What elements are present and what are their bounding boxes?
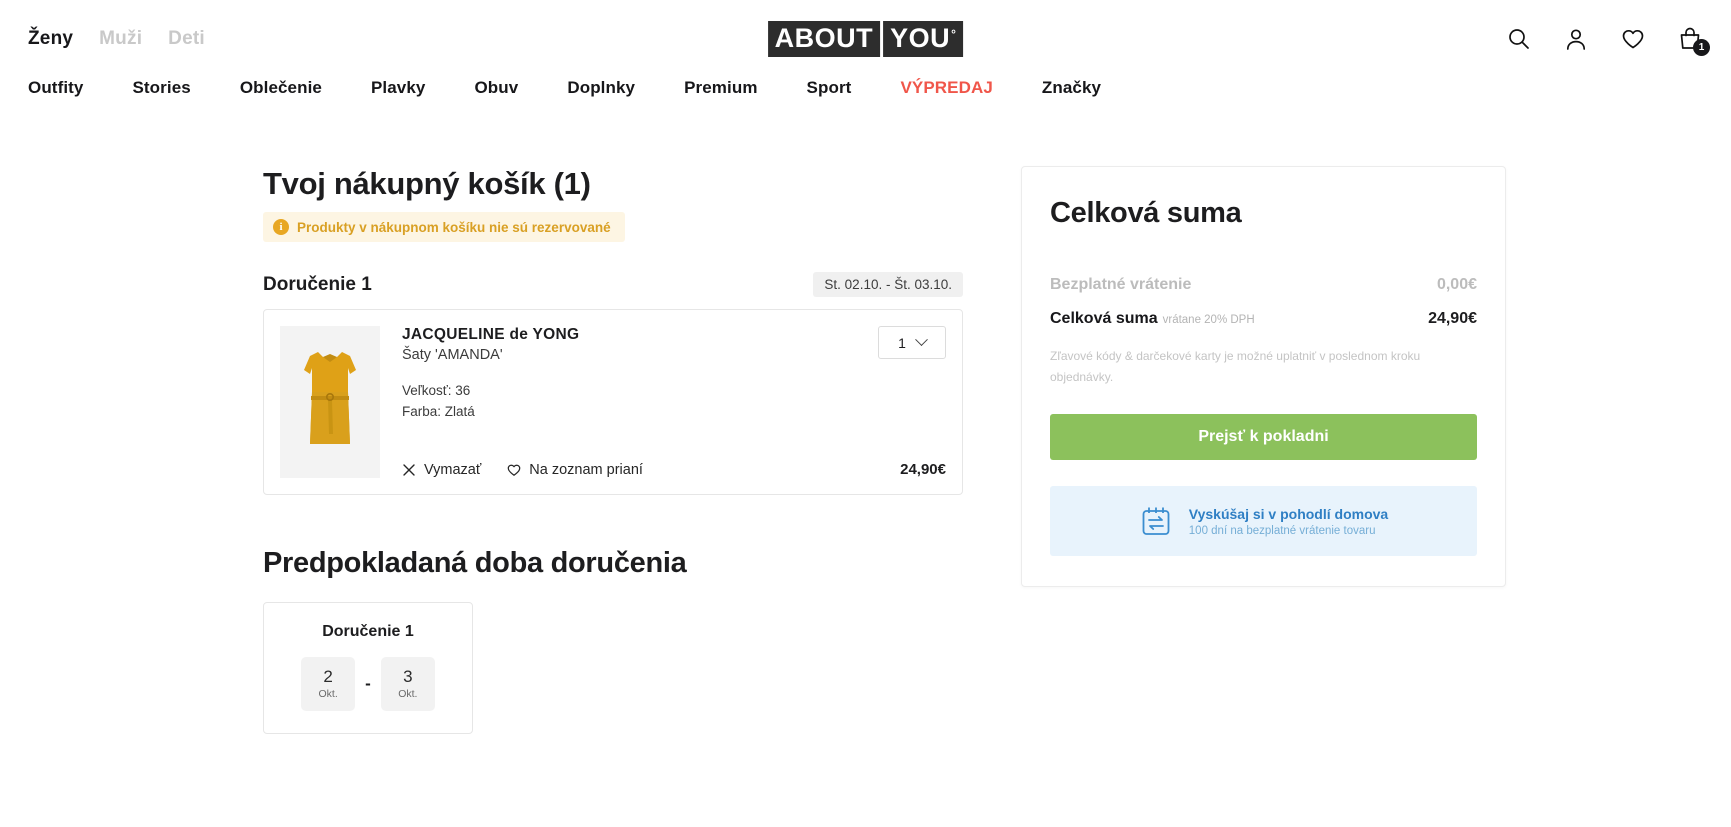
free-return-row: Bezplatné vrátenie 0,00€ [1050, 276, 1477, 294]
eta-start-month: Okt. [318, 687, 338, 700]
gender-link-zeny[interactable]: Ženy [28, 28, 73, 50]
calendar-return-icon [1139, 504, 1173, 538]
product-text-block: JACQUELINE de YONG Šaty 'AMANDA' Veľkosť… [402, 326, 579, 423]
nav-item-oblecenie[interactable]: Oblečenie [240, 78, 322, 98]
home-trial-subtitle: 100 dní na bezplatné vrátenie tovaru [1188, 524, 1376, 537]
logo-you-text: YOU [890, 23, 951, 53]
item-price: 24,90€ [900, 461, 946, 478]
info-icon: i [273, 219, 289, 235]
delete-item-button[interactable]: Vymazať [402, 462, 481, 478]
summary-title: Celková suma [1050, 197, 1242, 229]
summary-column: Celková suma Bezplatné vrátenie 0,00€ Ce… [1021, 166, 1506, 587]
eta-section-title: Predpokladaná doba doručenia [263, 547, 687, 579]
item-actions: Vymazať Na zoznam prianí 24,90€ [402, 461, 946, 478]
delivery-date-badge: St. 02.10. - Št. 03.10. [813, 272, 963, 297]
move-to-wishlist-button[interactable]: Na zoznam prianí [507, 462, 643, 478]
nav-item-outfity[interactable]: Outfity [28, 78, 83, 98]
eta-card-title: Doručenie 1 [322, 623, 414, 640]
home-trial-info-box: Vyskúšaj si v pohodlí domova 100 dní na … [1050, 486, 1477, 556]
logo-you: YOU ° [883, 21, 964, 57]
wishlist-heart-icon[interactable] [1620, 26, 1646, 52]
total-label: Celková suma [1050, 310, 1158, 327]
product-color: Farba: Zlatá [402, 403, 475, 419]
total-row: Celková suma vrátane 20% DPH 24,90€ [1050, 310, 1477, 328]
eta-card: Doručenie 1 2 Okt. - 3 Okt. [263, 602, 473, 734]
gender-nav: Ženy Muži Deti [28, 28, 205, 50]
order-summary-panel: Celková suma Bezplatné vrátenie 0,00€ Ce… [1021, 166, 1506, 587]
nav-item-premium[interactable]: Premium [684, 78, 757, 98]
voucher-note: Zľavové kódy & darčekové karty je možné … [1050, 349, 1421, 384]
delivery-group-label: Doručenie 1 [263, 273, 372, 295]
header-icons: 1 [1506, 26, 1710, 56]
main-navigation: Outfity Stories Oblečenie Plavky Obuv Do… [0, 78, 1731, 124]
free-return-value: 0,00€ [1436, 276, 1477, 293]
search-icon[interactable] [1506, 26, 1532, 52]
product-size: Veľkosť: 36 [402, 383, 471, 398]
total-value: 24,90€ [1428, 310, 1477, 327]
eta-start-day: 2 [323, 667, 333, 687]
logo-about: ABOUT [767, 21, 881, 57]
delivery-header: Doručenie 1 St. 02.10. - Št. 03.10. [263, 272, 963, 297]
reservation-warning-text: Produkty v nákupnom košíku nie sú rezerv… [297, 219, 611, 235]
nav-item-vypredaj[interactable]: VÝPREDAJ [900, 78, 992, 98]
logo-degree: ° [951, 27, 957, 41]
site-logo[interactable]: ABOUT YOU ° [767, 21, 964, 57]
eta-start-date: 2 Okt. [301, 657, 356, 711]
gender-link-deti[interactable]: Deti [168, 28, 205, 50]
page-title: Tvoj nákupný košík (1) [263, 166, 591, 201]
nav-item-znacky[interactable]: Značky [1042, 78, 1101, 98]
cart-column: Tvoj nákupný košík (1) i Produkty v náku… [263, 166, 963, 734]
account-icon[interactable] [1563, 26, 1589, 52]
gender-link-muzi[interactable]: Muži [99, 28, 142, 50]
reservation-warning-banner: i Produkty v nákupnom košíku nie sú reze… [263, 212, 625, 242]
quantity-value: 1 [898, 334, 906, 351]
home-trial-text-block: Vyskúšaj si v pohodlí domova 100 dní na … [1189, 506, 1388, 537]
move-to-wishlist-label: Na zoznam prianí [529, 461, 643, 478]
eta-date-range: 2 Okt. - 3 Okt. [282, 657, 454, 711]
shopping-bag-icon[interactable]: 1 [1677, 26, 1710, 56]
site-header: Ženy Muži Deti ABOUT YOU ° 1 [0, 0, 1731, 78]
nav-item-doplnky[interactable]: Doplnky [567, 78, 635, 98]
delete-item-label: Vymazať [424, 461, 482, 478]
nav-item-stories[interactable]: Stories [132, 78, 190, 98]
bag-count-badge: 1 [1693, 39, 1710, 56]
quantity-select[interactable]: 1 [878, 326, 946, 359]
home-trial-title: Vyskúšaj si v pohodlí domova [1188, 505, 1389, 522]
product-attributes: Veľkosť: 36 Farba: Zlatá [402, 381, 579, 423]
product-details: JACQUELINE de YONG Šaty 'AMANDA' Veľkosť… [402, 326, 946, 478]
page-body: Tvoj nákupný košík (1) i Produkty v náku… [0, 124, 1731, 734]
total-label-group: Celková suma vrátane 20% DPH [1050, 310, 1255, 328]
chevron-down-icon [915, 333, 928, 347]
product-image[interactable] [280, 326, 380, 478]
nav-item-obuv[interactable]: Obuv [474, 78, 518, 98]
free-return-label: Bezplatné vrátenie [1050, 276, 1192, 293]
eta-end-day: 3 [403, 667, 413, 687]
eta-separator: - [365, 674, 371, 693]
eta-end-date: 3 Okt. [380, 657, 435, 711]
eta-end-month: Okt. [398, 687, 418, 700]
product-name[interactable]: Šaty 'AMANDA' [402, 347, 579, 363]
nav-item-plavky[interactable]: Plavky [371, 78, 425, 98]
product-brand[interactable]: JACQUELINE de YONG [402, 326, 579, 344]
cart-item-card: JACQUELINE de YONG Šaty 'AMANDA' Veľkosť… [263, 309, 963, 495]
total-vat-note: vrátane 20% DPH [1162, 314, 1255, 326]
nav-item-sport[interactable]: Sport [807, 78, 852, 98]
checkout-button[interactable]: Prejsť k pokladni [1050, 414, 1477, 460]
